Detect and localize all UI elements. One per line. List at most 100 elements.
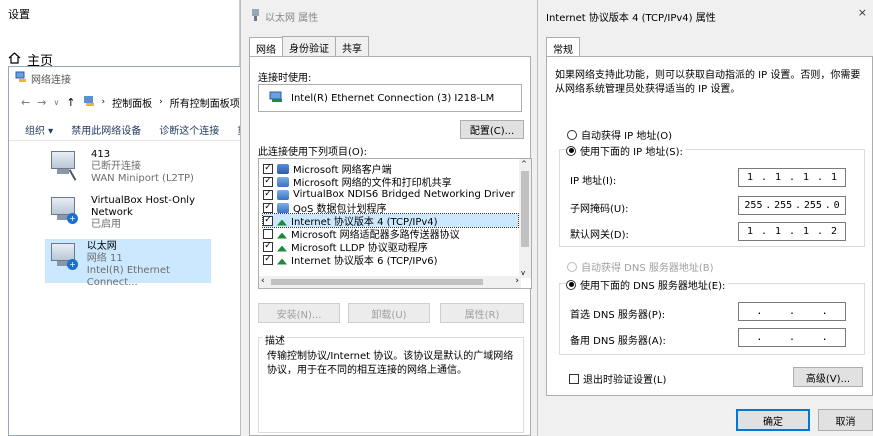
- adapter-item-413[interactable]: 413 已断开连接 WAN Miniport (L2TP): [49, 149, 194, 185]
- properties-button[interactable]: 属性(R): [440, 303, 524, 323]
- protocol-icon: [277, 219, 287, 226]
- scrollbar-thumb[interactable]: [521, 171, 529, 247]
- scroll-up-icon[interactable]: ^: [521, 160, 527, 168]
- protocol-icon: [277, 245, 287, 252]
- breadcrumb-separator: ›: [101, 97, 106, 107]
- protocol-icon: [277, 232, 287, 239]
- dialog-title: 以太网 属性: [265, 13, 319, 24]
- back-icon[interactable]: ←: [21, 96, 30, 109]
- horizontal-scrollbar[interactable]: ‹ ›: [259, 276, 521, 288]
- adapter-device: WAN Miniport (L2TP): [91, 173, 194, 184]
- network-connections-window: 网络连接 ← → ∨ ↑ › 控制面板 › 所有控制面板项 组织 ▾ 禁用此网络…: [8, 66, 249, 436]
- diagnose-button[interactable]: 诊断这个连接: [159, 122, 219, 137]
- description-label: 描述: [263, 332, 287, 347]
- configure-button[interactable]: 配置(C)...: [460, 120, 524, 139]
- item-label: Internet 协议版本 6 (TCP/IPv6): [291, 256, 438, 267]
- item-label: Microsoft 网络的文件和打印机共享: [293, 178, 452, 189]
- scroll-right-icon[interactable]: ›: [515, 276, 519, 286]
- adapter-status: 已断开连接: [91, 161, 141, 172]
- manual-dns-label: 使用下面的 DNS 服务器地址(E):: [580, 281, 726, 292]
- subnet-mask-label: 子网掩码(U):: [570, 204, 629, 215]
- gateway-label: 默认网关(D):: [570, 230, 629, 241]
- auto-dns-option: 自动获得 DNS 服务器地址(B): [567, 259, 714, 274]
- checkbox[interactable]: ✓: [263, 176, 273, 187]
- scrollbar-thumb[interactable]: [271, 279, 483, 285]
- gateway-field[interactable]: 1.1.1.2: [738, 222, 846, 241]
- checkbox[interactable]: ✓: [263, 241, 273, 252]
- close-icon[interactable]: ×: [858, 6, 867, 19]
- adapter-name-text: Intel(R) Ethernet Connection (3) I218-LM: [291, 92, 495, 104]
- network-adapter-icon: +: [49, 195, 83, 229]
- settings-title: 设置: [8, 8, 30, 21]
- adapter-name-field: Intel(R) Ethernet Connection (3) I218-LM: [258, 84, 522, 112]
- vertical-scrollbar[interactable]: ^ v: [519, 159, 531, 278]
- radio-button[interactable]: [566, 145, 576, 156]
- command-bar: 组织 ▾ 禁用此网络设备 诊断这个连接 重: [9, 119, 249, 141]
- checkbox[interactable]: ✓: [263, 163, 273, 174]
- subnet-mask-field[interactable]: 255. 255. 255. 0: [738, 196, 846, 215]
- control-panel-icon: [83, 95, 95, 110]
- auto-ip-option[interactable]: 自动获得 IP 地址(O): [567, 127, 672, 142]
- protocol-icon: [277, 258, 287, 265]
- address-bar: ← → ∨ ↑ › 控制面板 › 所有控制面板项: [9, 89, 249, 115]
- manual-ip-label: 使用下面的 IP 地址(S):: [580, 147, 683, 158]
- cancel-button[interactable]: 取消: [818, 409, 873, 431]
- disable-device-button[interactable]: 禁用此网络设备: [71, 122, 141, 137]
- adapter-name: 以太网: [86, 241, 117, 252]
- connect-using-label: 连接时使用:: [258, 73, 312, 84]
- alternate-dns-field[interactable]: ...: [738, 328, 846, 347]
- window-titlebar: 网络连接: [15, 71, 71, 86]
- validate-on-exit-option[interactable]: 退出时验证设置(L): [569, 371, 666, 386]
- network-adapter-icon: [269, 91, 283, 106]
- breadcrumb-all-items[interactable]: 所有控制面板项: [170, 95, 240, 110]
- description-group: 描述 传输控制协议/Internet 协议。该协议是默认的广域网络协议，用于在不…: [258, 332, 524, 433]
- checkbox[interactable]: ✓: [263, 202, 273, 213]
- network-adapter-icon: [49, 149, 84, 183]
- checkbox[interactable]: ✓: [263, 215, 273, 226]
- chevron-down-icon[interactable]: ∨: [53, 98, 59, 107]
- forward-icon[interactable]: →: [37, 96, 46, 109]
- preferred-dns-field[interactable]: ...: [738, 302, 846, 321]
- adapter-item-ethernet[interactable]: + 以太网 网络 11 Intel(R) Ethernet Connect...: [45, 239, 211, 288]
- install-button[interactable]: 安装(N)...: [258, 303, 340, 323]
- organize-menu[interactable]: 组织 ▾: [25, 122, 53, 137]
- dns-group: 使用下面的 DNS 服务器地址(E): 首选 DNS 服务器(P): ... 备…: [559, 277, 865, 355]
- ip-address-label: IP 地址(I):: [570, 176, 617, 187]
- list-item[interactable]: ✓ Internet 协议版本 6 (TCP/IPv6): [263, 253, 518, 267]
- ok-button[interactable]: 确定: [736, 409, 810, 431]
- up-icon[interactable]: ↑: [66, 96, 75, 109]
- item-label: VirtualBox NDIS6 Bridged Networking Driv…: [293, 189, 515, 200]
- ethernet-properties-dialog: 以太网 属性 网络 身份验证 共享 连接时使用: Intel(R) Ethern…: [240, 0, 538, 436]
- service-icon: [277, 176, 289, 187]
- intro-text: 如果网络支持此功能，则可以获取自动指派的 IP 设置。否则，你需要从网络系统管理…: [555, 70, 861, 95]
- dialog-titlebar: 以太网 属性: [251, 9, 318, 24]
- checkbox[interactable]: ✓: [263, 254, 273, 265]
- adapter-name: 413: [91, 149, 111, 160]
- adapter-name: VirtualBox Host-Only Network: [91, 195, 196, 218]
- checkbox[interactable]: ✓: [263, 189, 273, 200]
- client-icon: [277, 163, 289, 174]
- adapter-item-virtualbox[interactable]: + VirtualBox Host-Only Network 已启用: [49, 195, 211, 231]
- scroll-down-icon[interactable]: v: [521, 269, 525, 277]
- auto-dns-label: 自动获得 DNS 服务器地址(B): [581, 263, 714, 274]
- list-item[interactable]: ✓ Microsoft 网络的文件和打印机共享: [263, 175, 518, 189]
- radio-button[interactable]: [567, 129, 577, 140]
- scroll-left-icon[interactable]: ‹: [261, 276, 265, 286]
- description-text: 传输控制协议/Internet 协议。该协议是默认的广域网络协议，用于在不同的相…: [267, 351, 514, 376]
- adapter-status: 网络 11: [86, 253, 123, 264]
- adapter-status: 已启用: [91, 219, 121, 230]
- uninstall-button[interactable]: 卸载(U): [348, 303, 430, 323]
- checkbox[interactable]: [263, 228, 273, 239]
- advanced-button[interactable]: 高级(V)...: [793, 367, 863, 387]
- items-label: 此连接使用下列项目(O):: [258, 147, 368, 158]
- ip-address-field[interactable]: 1.1.1.1: [738, 168, 846, 187]
- items-list[interactable]: ✓ Microsoft 网络客户端 ✓ Microsoft 网络的文件和打印机共享 …: [258, 158, 532, 289]
- radio-button[interactable]: [566, 279, 576, 290]
- network-tab-pane: 连接时使用: Intel(R) Ethernet Connection (3) …: [249, 56, 532, 436]
- breadcrumb-control-panel[interactable]: 控制面板: [112, 95, 152, 110]
- manual-dns-option[interactable]: 使用下面的 DNS 服务器地址(E):: [566, 277, 729, 292]
- checkbox[interactable]: [569, 373, 579, 384]
- preferred-dns-label: 首选 DNS 服务器(P):: [570, 310, 666, 321]
- network-connections-icon: [15, 71, 27, 86]
- manual-ip-option[interactable]: 使用下面的 IP 地址(S):: [566, 143, 686, 158]
